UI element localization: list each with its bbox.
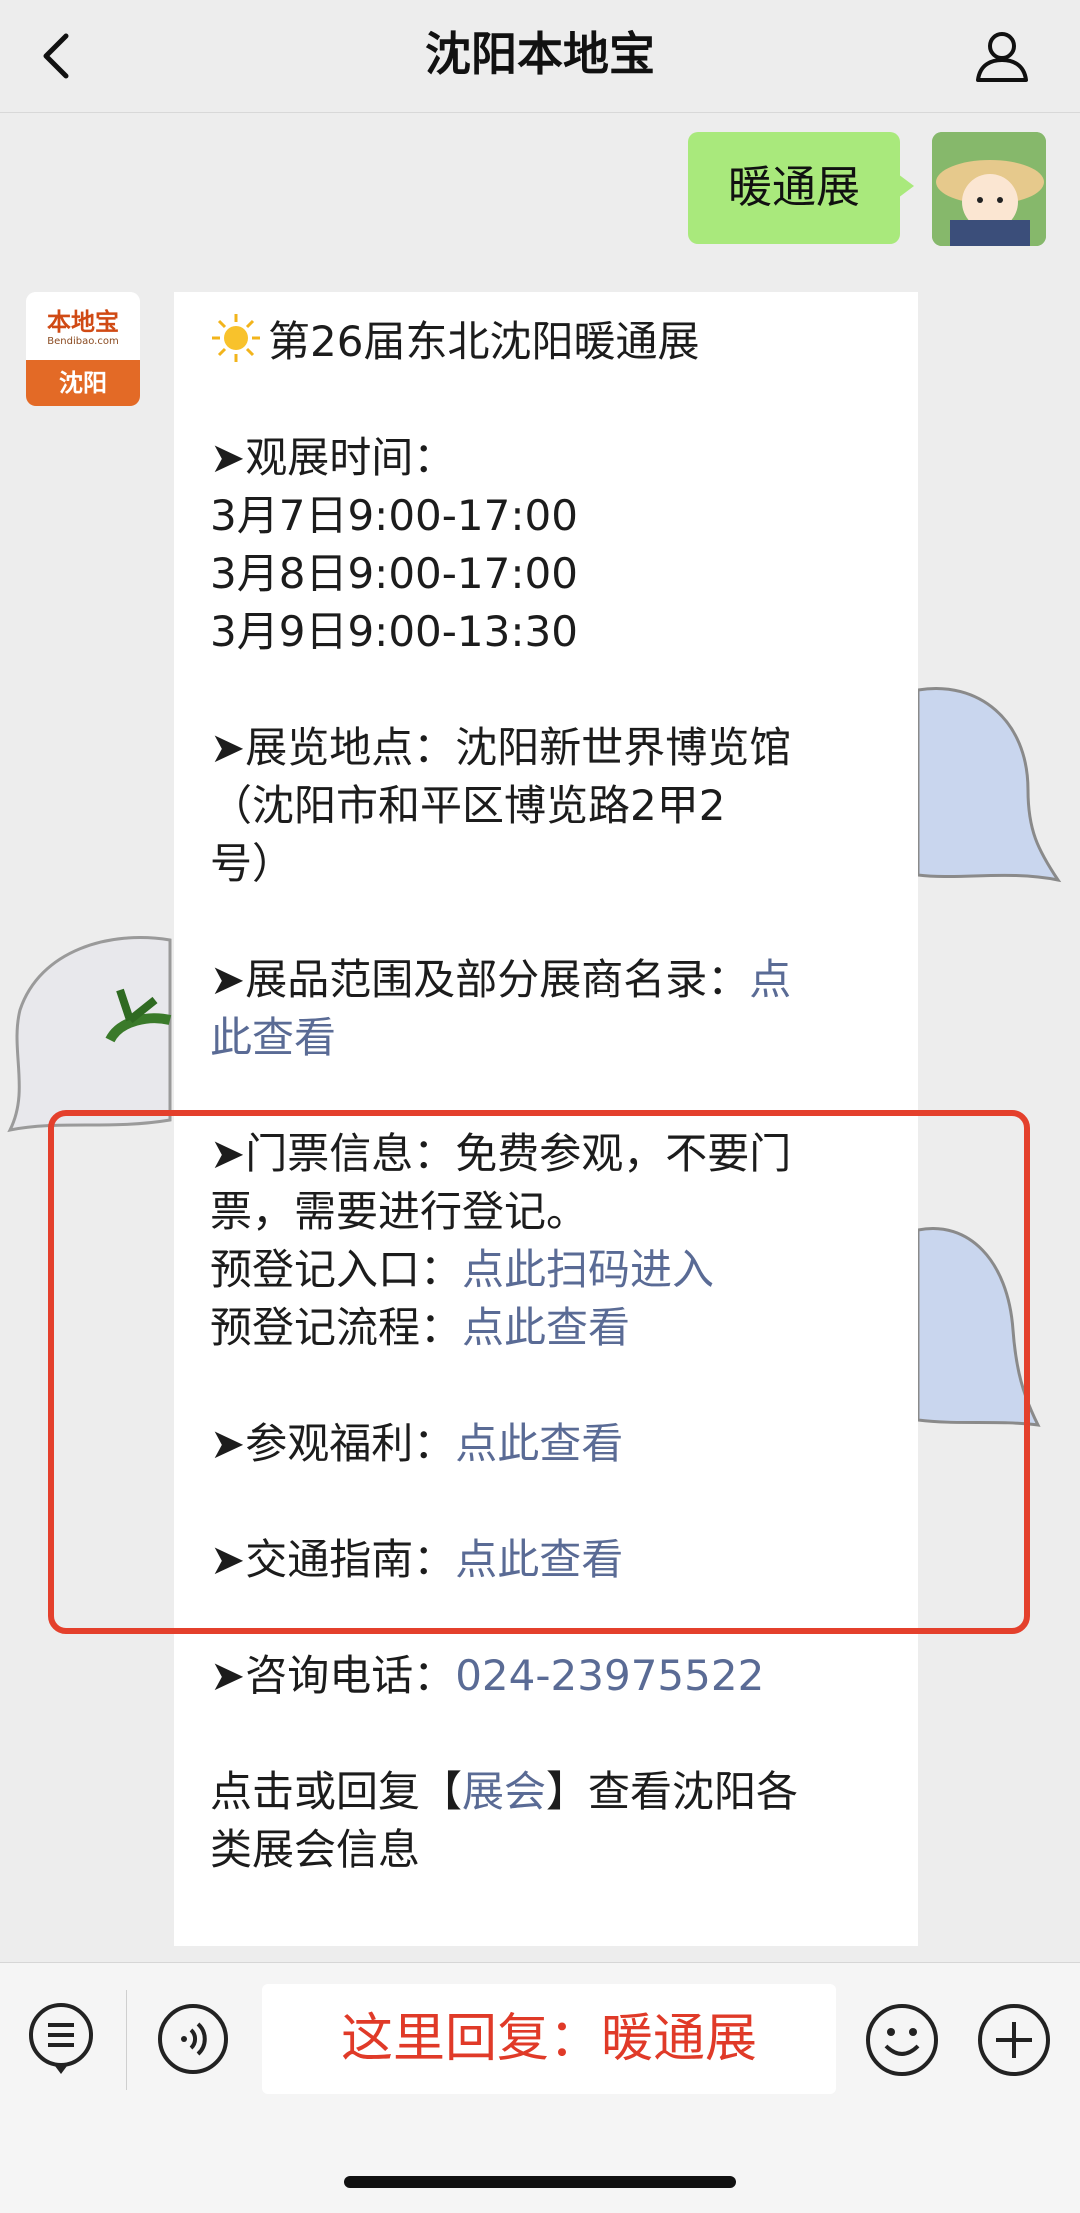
cloud-blob-left-icon [7, 936, 172, 1133]
reply-input[interactable]: 这里回复：暖通展 [262, 1984, 836, 2094]
exhibits-line-1: ➤展品范围及部分展商名录：点 [210, 951, 890, 1009]
sent-message-bubble: 暖通展 [688, 132, 914, 244]
footer-text-b: 】查看沈阳各 [546, 1767, 799, 1816]
profile-icon[interactable] [970, 24, 1034, 88]
message-title: 第26届东北沈阳暖通展 [268, 317, 700, 366]
bar-divider [126, 1990, 127, 2090]
chat-title: 沈阳本地宝 [425, 27, 655, 81]
avatar-illustration-icon [932, 132, 1046, 246]
venue-line-3: 号） [210, 839, 295, 888]
cloud-blob-right-top-icon [918, 687, 1062, 883]
exhibits-line-2: 此查看 [210, 1009, 890, 1067]
avatar-logo-text: 本地宝 [47, 308, 119, 336]
avatar-logo-area: 本地宝 Bendibao.com [26, 292, 140, 360]
phone-line: ➤咨询电话：024-23975522 [210, 1647, 890, 1705]
time-label: ➤观展时间： [210, 433, 456, 482]
phone-link[interactable]: 024-23975522 [455, 1651, 764, 1700]
venue-line-2: （沈阳市和平区博览路2甲2 [210, 781, 726, 830]
avatar-city: 沈阳 [26, 360, 140, 406]
time-day-2: 3月8日9:00-17:00 [210, 549, 578, 598]
reply-hint-text: 这里回复：暖通展 [340, 2009, 757, 2069]
exhibits-link[interactable]: 此查看 [210, 1013, 336, 1062]
time-day-1: 3月7日9:00-17:00 [210, 491, 578, 540]
footer-line-2: 类展会信息 [210, 1825, 421, 1874]
venue-line-1: ➤展览地点：沈阳新世界博览馆 [210, 723, 792, 772]
plus-icon[interactable] [976, 2002, 1052, 2078]
menu-list-icon[interactable] [26, 2000, 96, 2080]
highlight-annotation-box [48, 1110, 1030, 1634]
avatar-logo-sub: Bendibao.com [47, 336, 119, 347]
chat-header: 沈阳本地宝 [0, 0, 1080, 113]
message-content: 第26届东北沈阳暖通展 ➤观展时间： 3月7日9:00-17:00 3月8日9:… [210, 312, 890, 1879]
voice-icon[interactable] [156, 2002, 230, 2076]
sent-message-text: 暖通展 [728, 162, 860, 213]
footer-exhibition-link[interactable]: 展会 [462, 1767, 546, 1816]
sun-icon [212, 314, 260, 362]
time-day-3: 3月9日9:00-13:30 [210, 607, 578, 656]
phone-label: ➤咨询电话： [210, 1651, 456, 1700]
exhibits-link-part-a[interactable]: 点 [749, 955, 791, 1004]
exhibits-label: ➤展品范围及部分展商名录： [210, 955, 750, 1004]
emoji-icon[interactable] [864, 2002, 940, 2078]
footer-text-a: 点击或回复【 [210, 1767, 463, 1816]
message-title-line: 第26届东北沈阳暖通展 [210, 312, 890, 371]
user-avatar[interactable] [932, 132, 1046, 246]
footer-line-1: 点击或回复【展会】查看沈阳各 [210, 1763, 890, 1821]
home-indicator [344, 2176, 736, 2188]
bot-avatar[interactable]: 本地宝 Bendibao.com 沈阳 [26, 292, 140, 406]
